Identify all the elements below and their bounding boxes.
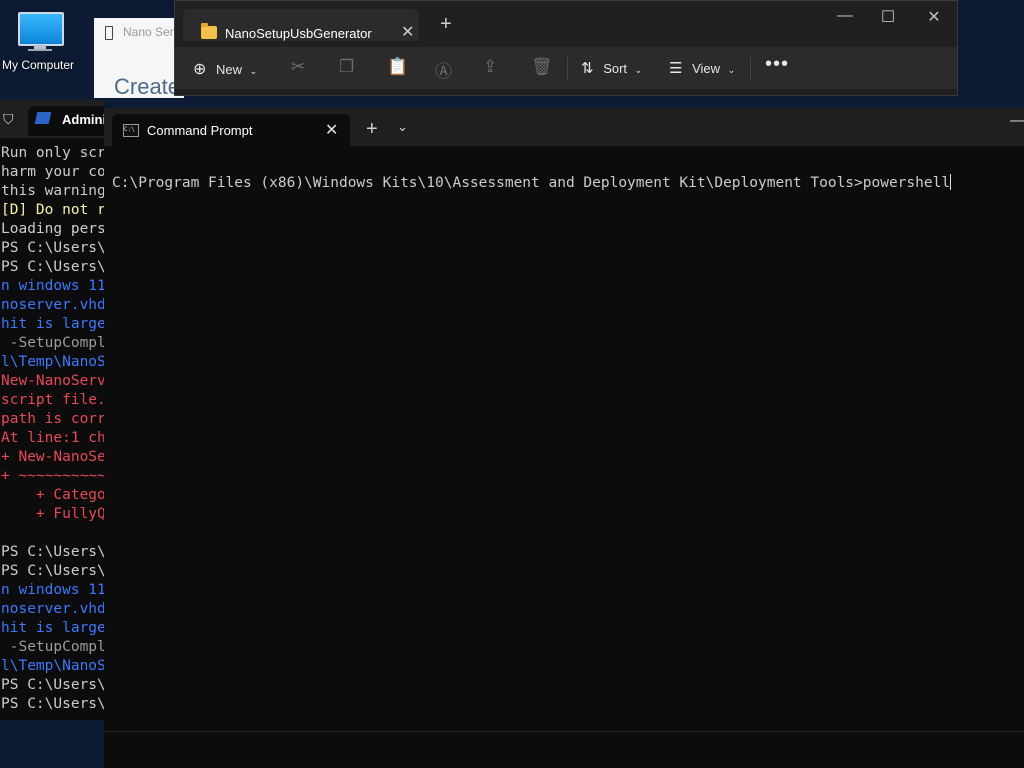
powershell-tab-bar: ⛉ Adminis [0,100,113,138]
powershell-icon [34,112,52,124]
powershell-output-line: + Catego [1,487,104,503]
nano-window-heading: Create [114,74,181,99]
powershell-output-line: this warning [1,183,104,199]
nano-window-title: Nano Serv [123,25,180,39]
powershell-output-line: -SetupCompl [1,639,104,655]
sort-icon: ⇅ [581,60,594,77]
cmd-input-line[interactable]: C:\Program Files (x86)\Windows Kits\10\A… [112,174,952,191]
powershell-output-line: [D] Do not r [1,202,104,218]
powershell-window[interactable]: ⛉ Adminis Run only scr harm your co this w… [0,100,113,720]
powershell-output-line: noserver.vhd [1,297,104,313]
powershell-output-line: PS C:\Users\ [1,544,104,560]
cmd-tab-bar: C:\ Command Prompt ✕ + ⌄ — [104,108,1024,146]
paste-icon[interactable]: 📋 [387,57,408,77]
chevron-down-icon: ⌄ [727,65,736,75]
powershell-output-line: l\Temp\NanoS [1,658,104,674]
powershell-output-line: PS C:\Users\ [1,563,104,579]
folder-icon [201,23,217,39]
powershell-output-line: noserver.vhd [1,601,104,617]
explorer-tab[interactable]: NanoSetupUsbGenerator ✕ [183,9,419,41]
desktop-icon-label: My Computer [2,58,75,72]
powershell-output-line: At line:1 ch [1,430,104,446]
copy-icon[interactable]: ❐ [339,57,354,77]
powershell-output-line: script file. [1,392,104,408]
powershell-output-line: PS C:\Users\ [1,696,104,712]
close-window-icon[interactable]: ✕ [914,7,954,27]
shield-icon: ⛉ [3,111,14,127]
desktop-icon-my-computer[interactable]: My Computer [0,0,80,90]
explorer-toolbar: ⊕ New ⌄ ✂ ❐ 📋 Ⓐ ⇪ 🗑 ⇅ Sort ⌄ ☰ View ⌄ ••… [175,47,957,89]
add-circle-icon: ⊕ [193,61,207,78]
powershell-output-line: l\Temp\NanoS [1,354,104,370]
view-icon: ☰ [669,60,683,77]
toolbar-separator [750,57,751,81]
new-button[interactable]: ⊕ New ⌄ [193,59,257,79]
text-cursor [950,174,952,190]
cut-icon[interactable]: ✂ [291,57,305,77]
powershell-output: Run only scr harm your co this warning [D] … [1,144,104,714]
powershell-output-line: harm your co [1,164,104,180]
powershell-output-line: path is corr [1,411,104,427]
powershell-output-line: Loading pers [1,221,104,237]
powershell-output-line [1,524,104,543]
powershell-output-line: PS C:\Users\ [1,677,104,693]
powershell-output-line: + ~~~~~~~~~~ [1,468,104,484]
computer-icon [18,12,64,46]
powershell-output-line: hit is large [1,316,104,332]
cmd-bottom-border [104,731,1024,732]
powershell-output-line: Run only scr [1,145,104,161]
rename-icon[interactable]: Ⓐ [435,57,452,82]
cmd-tab-title: Command Prompt [147,123,253,138]
chevron-down-icon[interactable]: ⌄ [397,119,408,135]
powershell-output-line: -SetupCompl [1,335,104,351]
maximize-icon[interactable]: ☐ [868,7,908,27]
powershell-output-line: + FullyQ [1,506,104,522]
share-icon[interactable]: ⇪ [483,57,497,77]
powershell-output-line: PS C:\Users\ [1,259,104,275]
minimize-icon[interactable]: — [825,7,865,25]
view-label: View [692,61,721,76]
nano-server-window[interactable]: Nano Serv Create [94,18,184,99]
delete-icon[interactable]: 🗑 [531,57,553,77]
new-tab-icon[interactable]: + [440,13,452,36]
close-tab-icon[interactable]: ✕ [325,120,338,140]
monitor-base [28,49,52,51]
powershell-output-line: New-NanoServ [1,373,104,389]
chevron-down-icon: ⌄ [634,65,643,75]
view-button[interactable]: ☰ View ⌄ [669,59,735,77]
command-prompt-window[interactable]: C:\ Command Prompt ✕ + ⌄ — C:\Program Fi… [104,108,1024,768]
chevron-down-icon: ⌄ [249,66,258,76]
explorer-tab-title: NanoSetupUsbGenerator [225,26,372,41]
file-explorer-window[interactable]: NanoSetupUsbGenerator ✕ + — ☐ ✕ ⊕ New ⌄ … [174,0,958,96]
new-tab-icon[interactable]: + [366,118,378,141]
more-options-icon[interactable]: ••• [765,53,789,76]
close-tab-icon[interactable]: ✕ [401,22,414,42]
powershell-output-line: + New-NanoSe [1,449,104,465]
powershell-output-line: PS C:\Users\ [1,240,104,256]
new-label: New [216,62,243,77]
cmd-prompt-text: C:\Program Files (x86)\Windows Kits\10\A… [112,175,951,191]
usb-drive-icon [105,26,113,40]
minimize-icon[interactable]: — [1010,112,1024,130]
terminal-icon: C:\ [123,124,139,137]
powershell-output-line: hit is large [1,620,104,636]
powershell-output-line: n windows 11 [1,278,104,294]
powershell-output-line: n windows 11 [1,582,104,598]
toolbar-separator [567,57,568,81]
sort-label: Sort [603,61,628,76]
sort-button[interactable]: ⇅ Sort ⌄ [581,59,642,77]
